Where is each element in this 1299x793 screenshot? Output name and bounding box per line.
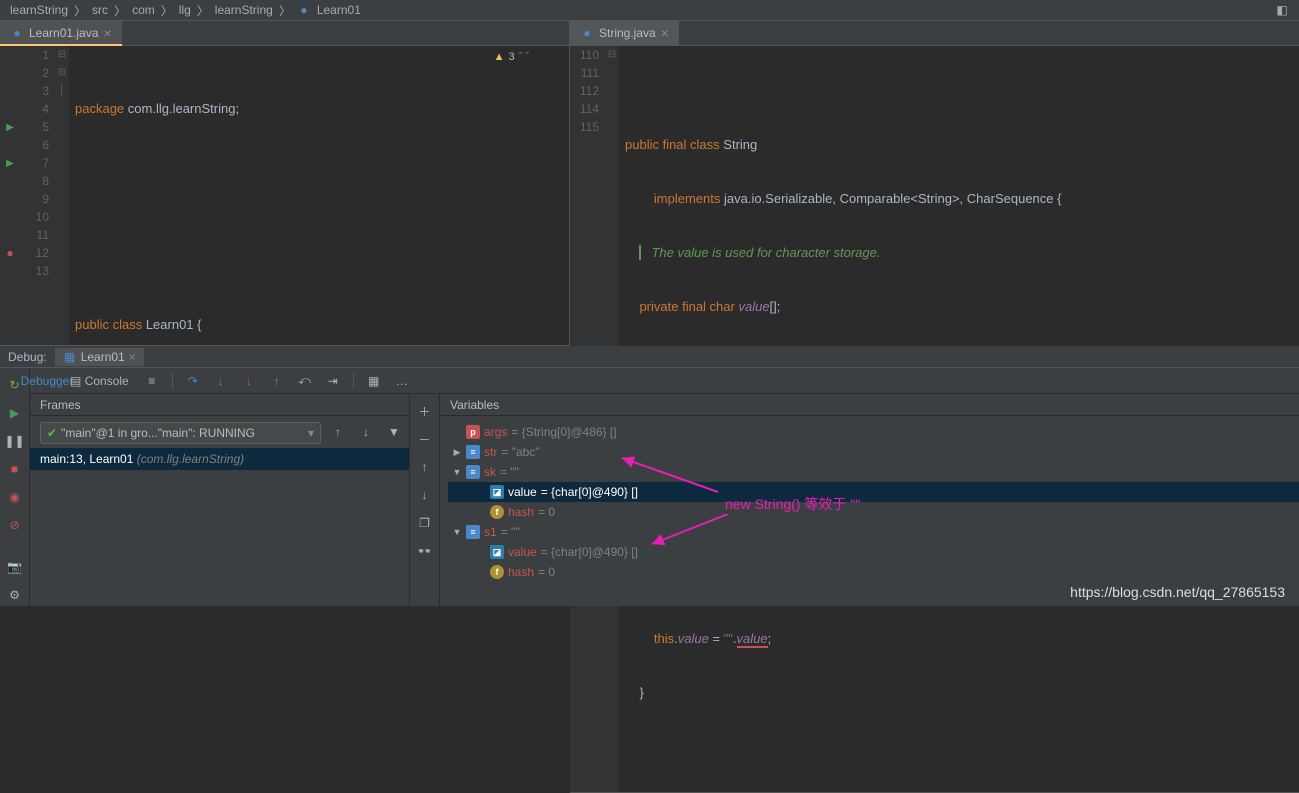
tabbar-left: ● Learn01.java × — [0, 21, 569, 46]
string-icon: ≡ — [466, 525, 480, 539]
down-button[interactable]: ↓ — [414, 484, 436, 506]
step-over-button[interactable]: ↷ — [182, 370, 204, 392]
threads-icon[interactable]: ≡ — [141, 370, 163, 392]
resume-button[interactable]: ▶ — [4, 402, 26, 424]
breadcrumb-pkg[interactable]: learnString — [215, 3, 273, 17]
field-icon: f — [490, 565, 504, 579]
class-icon: ● — [580, 26, 594, 40]
step-out-button[interactable]: ↑ — [266, 370, 288, 392]
evaluate-button[interactable]: ▦ — [363, 370, 385, 392]
force-step-into-button[interactable]: ↓ — [238, 370, 260, 392]
breadcrumb-sep: 〉 — [197, 2, 209, 19]
pause-button[interactable]: ❚❚ — [4, 430, 26, 452]
warnings-badge[interactable]: ▲3 ˆ ˇ — [494, 48, 529, 66]
step-into-button[interactable]: ↓ — [210, 370, 232, 392]
tabbar-right-top: ● String.java × — [570, 21, 1299, 46]
remove-watch-button[interactable]: － — [414, 428, 436, 450]
copy-button[interactable]: ❐ — [414, 512, 436, 534]
trace-button[interactable]: … — [391, 370, 413, 392]
tab-debugger[interactable]: Debugger — [36, 370, 58, 392]
var-s1-hash[interactable]: f hash = 0 — [448, 562, 1299, 582]
close-icon[interactable]: × — [661, 25, 669, 41]
tab-console[interactable]: ▤ Console — [64, 370, 135, 392]
frames-title: Frames — [40, 398, 81, 412]
close-icon[interactable]: × — [103, 25, 111, 41]
debug-side-toolbar: ↻ ▶ ❚❚ ■ ◉ ⊘ 📷 ⚙ — [0, 368, 30, 606]
editor-right: ● String.java × 110111112 114115 ⊟ publi… — [570, 21, 1299, 345]
thread-select[interactable]: ✔ "main"@1 in gro..."main": RUNNING ▾ — [40, 422, 321, 444]
variables-panel: Variables p args = {String[0]@486} [] ▶≡… — [440, 394, 1299, 606]
class-icon: ● — [10, 26, 24, 40]
stack-frame[interactable]: main:13, Learn01 (com.llg.learnString) — [30, 448, 409, 470]
breadcrumb-sep: 〉 — [114, 2, 126, 19]
field-icon: f — [490, 505, 504, 519]
debug-run-tab[interactable]: ▦ Learn01 × — [55, 348, 144, 366]
var-sk[interactable]: ▼≡ sk = "" — [448, 462, 1299, 482]
fold-gutter: ⊟⊟│ — [55, 46, 69, 345]
run-gutter-icon[interactable]: ▶ — [6, 122, 14, 133]
breadcrumb-com[interactable]: com — [132, 3, 155, 17]
breadcrumb-sep: 〉 — [279, 2, 291, 19]
field-icon: ◪ — [490, 545, 504, 559]
up-button[interactable]: ↑ — [414, 456, 436, 478]
breakpoint-icon[interactable]: ● — [6, 246, 13, 260]
filter-button[interactable]: ▼ — [383, 421, 405, 443]
var-sk-hash[interactable]: f hash = 0 — [448, 502, 1299, 522]
close-icon[interactable]: × — [129, 350, 136, 364]
code-left[interactable]: ▲3 ˆ ˇ package com.llg.learnString; publ… — [69, 46, 569, 345]
var-sk-value[interactable]: ◪ value = {char[0]@490} [] — [448, 482, 1299, 502]
breadcrumb-src[interactable]: src — [92, 3, 108, 17]
class-icon: ● — [297, 3, 311, 17]
var-str[interactable]: ▶≡ str = "abc" — [448, 442, 1299, 462]
breadcrumb-llg[interactable]: llg — [179, 3, 191, 17]
tab-string-top[interactable]: ● String.java × — [570, 21, 679, 46]
frames-panel: Frames ✔ "main"@1 in gro..."main": RUNNI… — [30, 394, 410, 606]
var-s1[interactable]: ▼≡ s1 = "" — [448, 522, 1299, 542]
variables-title: Variables — [450, 398, 499, 412]
show-watches-button[interactable]: 👓 — [414, 540, 436, 562]
tab-learn01[interactable]: ● Learn01.java × — [0, 21, 122, 46]
settings-icon[interactable]: ⚙ — [4, 584, 26, 606]
console-icon: ▤ — [70, 374, 81, 388]
field-icon: ◪ — [490, 485, 504, 499]
var-s1-value[interactable]: ◪ value = {char[0]@490} [] — [448, 542, 1299, 562]
next-frame-button[interactable]: ↓ — [355, 421, 377, 443]
editor-left: ● Learn01.java × ▶ ▶ ● 123 456 789 10111… — [0, 21, 570, 345]
breadcrumb: learnString 〉 src 〉 com 〉 llg 〉 learnStr… — [0, 0, 1299, 20]
annotation-text: new String() 等效于 "" — [725, 494, 860, 514]
user-icon[interactable]: ◧ — [1275, 3, 1289, 17]
breadcrumb-sep: 〉 — [74, 2, 86, 19]
tab-label: String.java — [599, 26, 656, 40]
line-numbers: 123 456 789 101112 13 — [20, 46, 55, 345]
mute-breakpoints-button[interactable]: ⊘ — [4, 514, 26, 536]
string-icon: ≡ — [466, 445, 480, 459]
code-right-top[interactable]: public final class String implements jav… — [619, 46, 1299, 406]
prev-frame-button[interactable]: ↑ — [327, 421, 349, 443]
breadcrumb-class[interactable]: Learn01 — [317, 3, 361, 17]
camera-icon[interactable]: 📷 — [4, 556, 26, 578]
view-breakpoints-button[interactable]: ◉ — [4, 486, 26, 508]
string-icon: ≡ — [466, 465, 480, 479]
run-gutter-icon[interactable]: ▶ — [6, 158, 14, 169]
drop-frame-button[interactable]: ⤺ — [294, 370, 316, 392]
debug-label: Debug: — [8, 350, 47, 364]
param-icon: p — [466, 425, 480, 439]
breadcrumb-sep: 〉 — [161, 2, 173, 19]
tab-label: Learn01.java — [29, 26, 98, 40]
var-args[interactable]: p args = {String[0]@486} [] — [448, 422, 1299, 442]
run-to-cursor-button[interactable]: ⇥ — [322, 370, 344, 392]
stop-button[interactable]: ■ — [4, 458, 26, 480]
app-icon: ▦ — [63, 350, 77, 364]
breadcrumb-root[interactable]: learnString — [10, 3, 68, 17]
new-watch-button[interactable]: ＋ — [414, 400, 436, 422]
